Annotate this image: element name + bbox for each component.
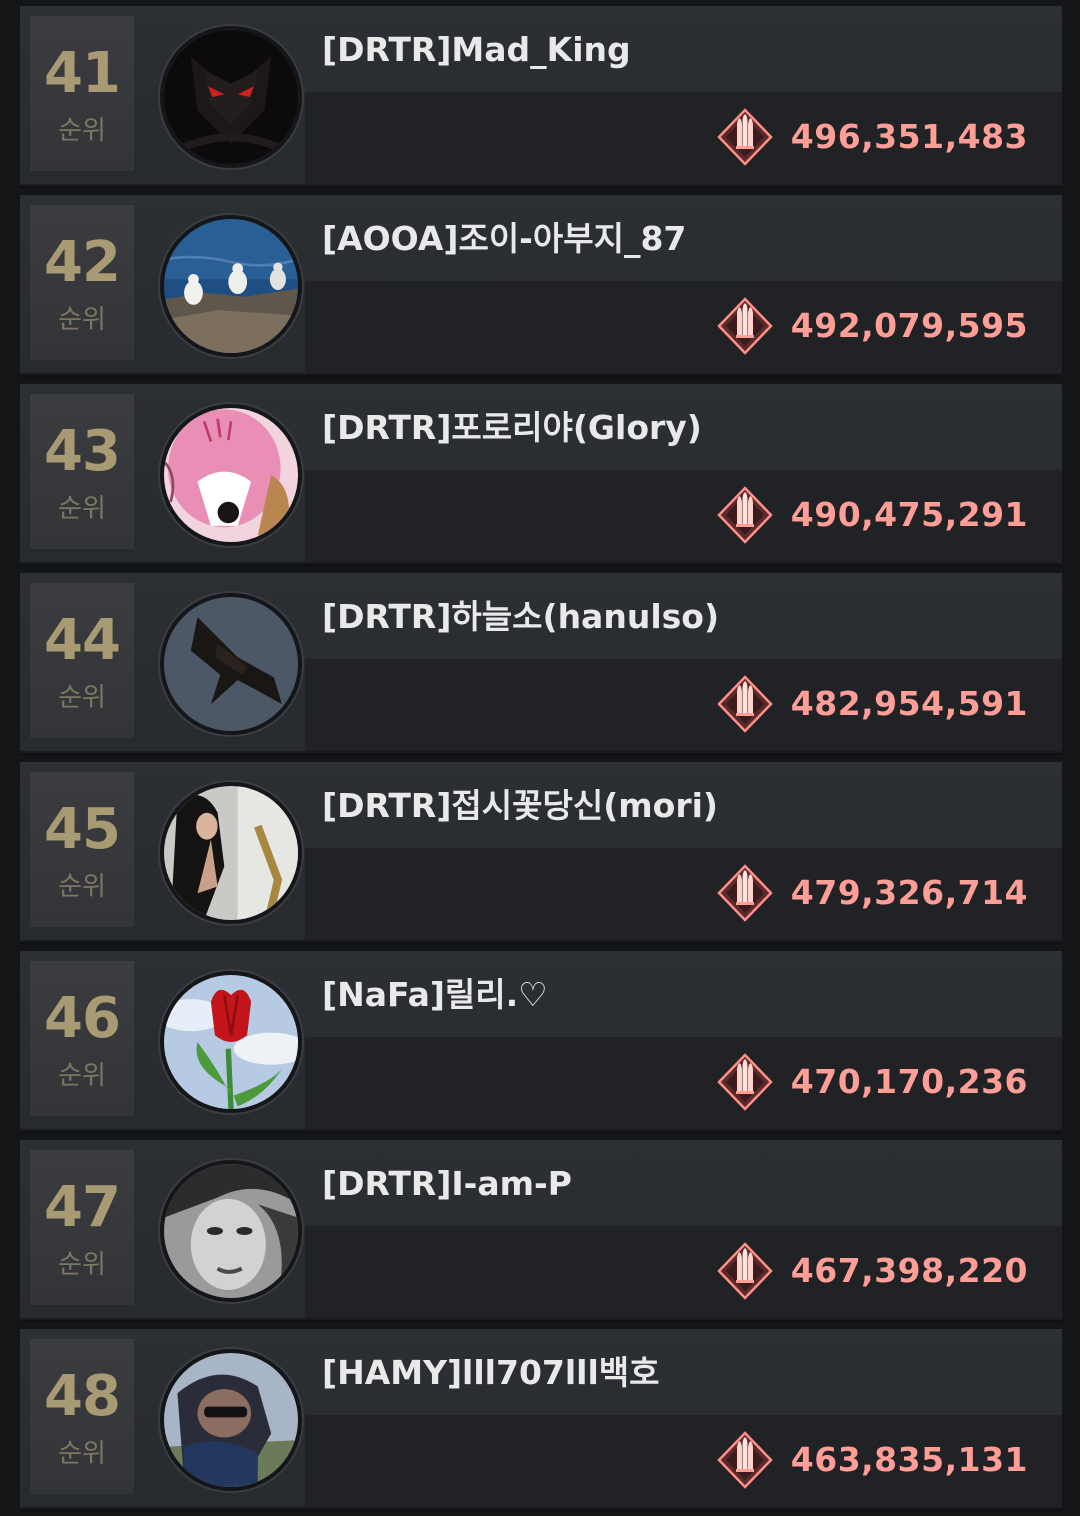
- rank-number: 42: [44, 230, 121, 295]
- score-group: 482,954,591: [717, 675, 1028, 733]
- player-avatar[interactable]: [160, 26, 302, 168]
- player-avatar[interactable]: [160, 404, 302, 546]
- rank-label: 순위: [58, 116, 106, 146]
- rank-badge: 45 순위: [30, 772, 134, 927]
- player-name: [DRTR]I-am-P: [322, 1164, 572, 1203]
- rank-badge: 48 순위: [30, 1339, 134, 1494]
- ammo-bullets-icon: [717, 297, 773, 355]
- score-value: 482,954,591: [790, 684, 1028, 723]
- score-group: 496,351,483: [717, 108, 1028, 166]
- player-name: [DRTR]하늘소(hanulso): [322, 597, 720, 636]
- ammo-bullets-icon: [717, 675, 773, 733]
- ranking-row[interactable]: 41 순위 [DRTR]Mad_King 496,351,483: [20, 6, 1062, 186]
- player-name: [DRTR]포로리야(Glory): [322, 408, 702, 447]
- ranking-row[interactable]: 47 순위 [DRTR]I-am-P 467,398,220: [20, 1140, 1062, 1320]
- rank-number: 47: [44, 1175, 121, 1240]
- score-group: 467,398,220: [717, 1242, 1028, 1300]
- ranking-row[interactable]: 42 순위 [AOOA]조이-아부지_87 492,079,595: [20, 195, 1062, 375]
- rank-label: 순위: [58, 872, 106, 902]
- rank-label: 순위: [58, 1061, 106, 1091]
- ammo-bullets-icon: [717, 486, 773, 544]
- score-value: 496,351,483: [790, 117, 1028, 156]
- rank-label: 순위: [58, 683, 106, 713]
- player-name: [NaFa]릴리.♡: [322, 975, 548, 1014]
- rank-number: 43: [44, 419, 121, 484]
- ammo-bullets-icon: [717, 1431, 773, 1489]
- score-value: 490,475,291: [790, 495, 1028, 534]
- score-group: 490,475,291: [717, 486, 1028, 544]
- rank-label: 순위: [58, 305, 106, 335]
- ranking-row[interactable]: 43 순위 [DRTR]포로리야(Glory) 490,475,291: [20, 384, 1062, 564]
- player-name: [DRTR]접시꽃당신(mori): [322, 786, 719, 825]
- ranking-row[interactable]: 46 순위 [NaFa]릴리.♡ 470,170,236: [20, 951, 1062, 1131]
- score-group: 479,326,714: [717, 864, 1028, 922]
- player-name: [HAMY]lll707lll백호: [322, 1353, 660, 1392]
- rank-number: 44: [44, 608, 121, 673]
- player-avatar[interactable]: [160, 971, 302, 1113]
- rank-label: 순위: [58, 494, 106, 524]
- score-group: 463,835,131: [717, 1431, 1028, 1489]
- ranking-row[interactable]: 44 순위 [DRTR]하늘소(hanulso) 482,954,591: [20, 573, 1062, 753]
- ranking-list: 41 순위 [DRTR]Mad_King 496,351,483 42 순위 […: [0, 0, 1080, 1516]
- score-value: 467,398,220: [790, 1251, 1028, 1290]
- rank-number: 48: [44, 1364, 121, 1429]
- rank-number: 45: [44, 797, 121, 862]
- player-avatar[interactable]: [160, 1349, 302, 1491]
- ranking-row[interactable]: 45 순위 [DRTR]접시꽃당신(mori) 479,326,714: [20, 762, 1062, 942]
- rank-badge: 43 순위: [30, 394, 134, 549]
- rank-number: 41: [44, 41, 121, 106]
- score-group: 492,079,595: [717, 297, 1028, 355]
- player-name: [DRTR]Mad_King: [322, 30, 631, 69]
- ammo-bullets-icon: [717, 864, 773, 922]
- ammo-bullets-icon: [717, 1053, 773, 1111]
- score-value: 470,170,236: [790, 1062, 1028, 1101]
- rank-badge: 42 순위: [30, 205, 134, 360]
- player-avatar[interactable]: [160, 593, 302, 735]
- rank-label: 순위: [58, 1439, 106, 1469]
- player-avatar[interactable]: [160, 782, 302, 924]
- rank-badge: 46 순위: [30, 961, 134, 1116]
- ranking-row[interactable]: 48 순위 [HAMY]lll707lll백호 463,835,131: [20, 1329, 1062, 1509]
- rank-label: 순위: [58, 1250, 106, 1280]
- player-name: [AOOA]조이-아부지_87: [322, 219, 687, 258]
- score-value: 463,835,131: [790, 1440, 1028, 1479]
- ammo-bullets-icon: [717, 1242, 773, 1300]
- score-value: 479,326,714: [790, 873, 1028, 912]
- player-avatar[interactable]: [160, 1160, 302, 1302]
- score-group: 470,170,236: [717, 1053, 1028, 1111]
- score-value: 492,079,595: [790, 306, 1028, 345]
- rank-badge: 47 순위: [30, 1150, 134, 1305]
- rank-badge: 41 순위: [30, 16, 134, 171]
- rank-number: 46: [44, 986, 121, 1051]
- ammo-bullets-icon: [717, 108, 773, 166]
- player-avatar[interactable]: [160, 215, 302, 357]
- rank-badge: 44 순위: [30, 583, 134, 738]
